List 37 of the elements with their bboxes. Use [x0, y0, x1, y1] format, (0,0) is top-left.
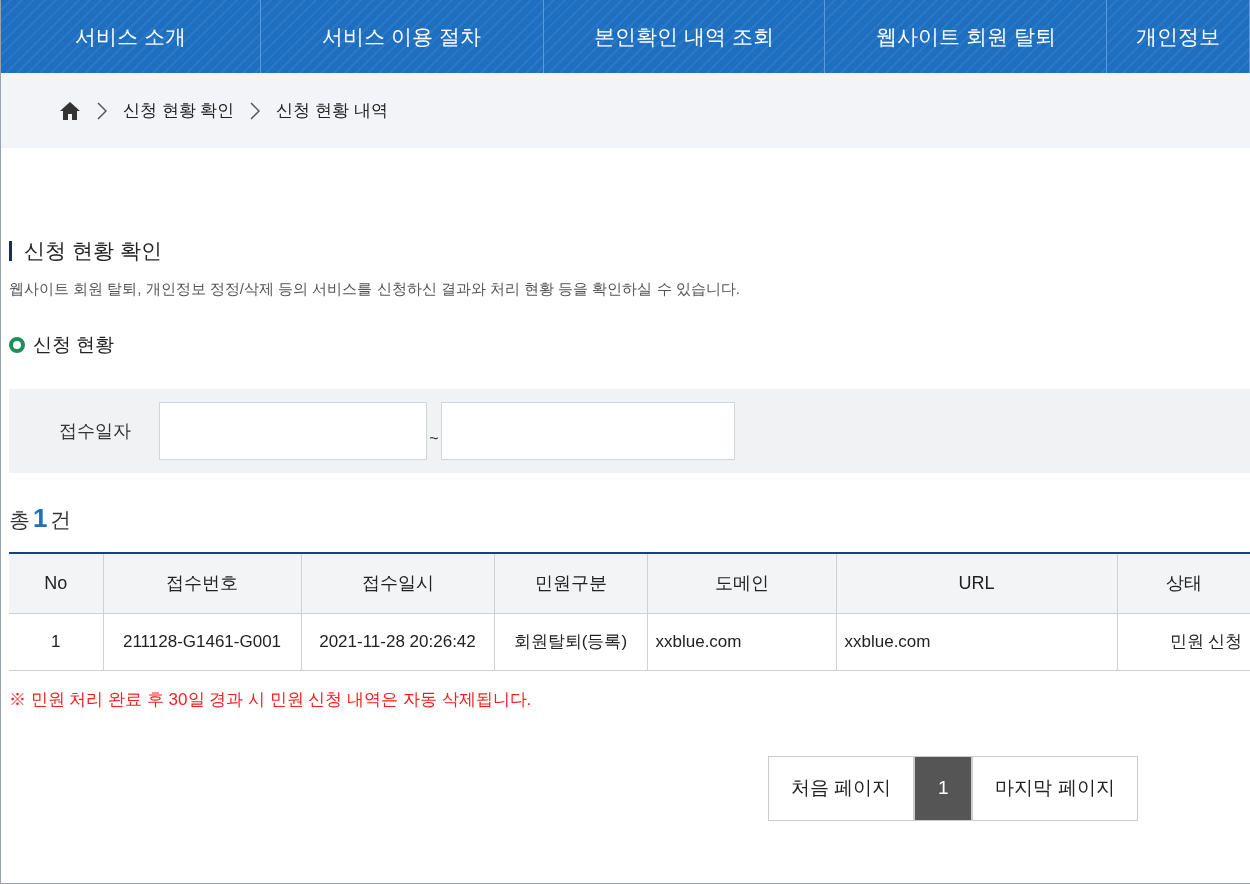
table-cell: xxblue.com — [836, 613, 1117, 670]
chevron-right-icon — [97, 101, 107, 120]
page-button[interactable]: 마지막 페이지 — [972, 756, 1138, 821]
table-cell: 211128-G1461-G001 — [103, 613, 301, 670]
column-header: URL — [836, 553, 1117, 613]
current-page-button[interactable]: 1 — [914, 756, 973, 821]
chevron-right-icon — [250, 101, 261, 120]
description: 웹사이트 회원 탈퇴, 개인정보 정정/삭제 등의 서비스를 신청하신 결과와 처리 현황 등을 확인하실 수 있습니다. — [9, 279, 741, 299]
nav-item[interactable]: 서비스 소개 — [1, 0, 261, 73]
table-cell: 2021-11-28 20:26:42 — [301, 613, 494, 670]
home-icon[interactable] — [59, 100, 81, 121]
column-header: 민원구분 — [494, 553, 647, 613]
notice-text: ※ 민원 처리 완료 후 30일 경과 시 민원 신청 내역은 자동 삭제됩니다. — [9, 688, 533, 711]
filter-label: 접수일자 — [59, 419, 132, 443]
breadcrumb-link[interactable]: 신청 현황 확인 — [123, 97, 235, 124]
total-label: 총 — [9, 507, 30, 533]
column-header: No — [9, 553, 103, 613]
circle-bullet-icon — [9, 336, 25, 353]
breadcrumb-link[interactable]: 신청 현황 내역 — [276, 97, 388, 124]
subheading: 신청 현황 — [33, 332, 115, 357]
table-cell: 1 — [9, 613, 103, 670]
nav-item[interactable]: 웹사이트 회원 탈퇴 — [825, 0, 1108, 73]
column-header: 접수번호 — [103, 553, 301, 613]
range-separator: ~ — [428, 429, 440, 449]
table-cell: 회원탈퇴(등록) — [494, 613, 647, 670]
section-heading: 신청 현황 확인 — [24, 238, 162, 265]
nav-item[interactable]: 개인정보 — [1107, 0, 1250, 73]
total-count: 1 — [33, 502, 48, 535]
nav-item[interactable]: 서비스 이용 절차 — [260, 0, 544, 73]
table-cell: xxblue.com — [647, 613, 836, 670]
end-date-field[interactable] — [441, 402, 735, 460]
column-header: 접수일시 — [301, 553, 494, 613]
total-unit: 건 — [50, 507, 72, 533]
start-date-field[interactable] — [159, 402, 427, 460]
page-button[interactable]: 처음 페이지 — [768, 756, 915, 821]
nav-item[interactable]: 본인확인 내역 조회 — [543, 0, 826, 73]
column-header: 도메인 — [647, 553, 836, 613]
